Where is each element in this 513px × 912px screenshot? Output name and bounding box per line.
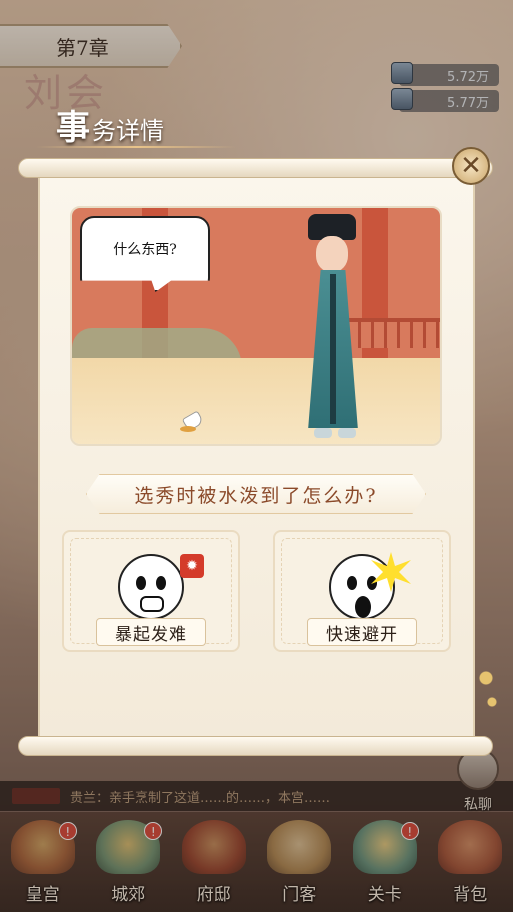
close-button[interactable]: ✕ [452, 147, 490, 185]
court-lady-figure [292, 214, 372, 442]
option-dodge-button[interactable]: 快速避开 [273, 530, 451, 652]
scroll-rod-bottom [18, 736, 493, 756]
modal-title-big: 事 [56, 108, 90, 148]
shoe [338, 428, 356, 438]
title-divider [36, 146, 236, 148]
modal-title: 事务详情 [56, 100, 164, 149]
robe-trim [330, 274, 336, 424]
courtyard-ground [72, 358, 440, 444]
anger-mark-icon: ✹ [180, 554, 204, 578]
option-label: 暴起发难 [96, 618, 206, 646]
shoe [314, 428, 332, 438]
face [316, 236, 348, 272]
option-angry-button[interactable]: ✹ 暴起发难 [62, 530, 240, 652]
flower-ornament-icon [474, 660, 504, 720]
modal-title-rest: 务详情 [92, 117, 164, 145]
event-illustration: 什么东西? [70, 206, 442, 446]
scroll-rod-top [18, 158, 493, 178]
close-icon: ✕ [460, 151, 482, 181]
event-question: 选秀时被水泼到了怎么办? [86, 474, 426, 514]
option-label: 快速避开 [307, 618, 417, 646]
water-spill [180, 426, 196, 432]
speech-text: 什么东西? [113, 242, 177, 258]
angry-face-icon [118, 554, 184, 620]
shocked-face-icon [329, 554, 395, 620]
